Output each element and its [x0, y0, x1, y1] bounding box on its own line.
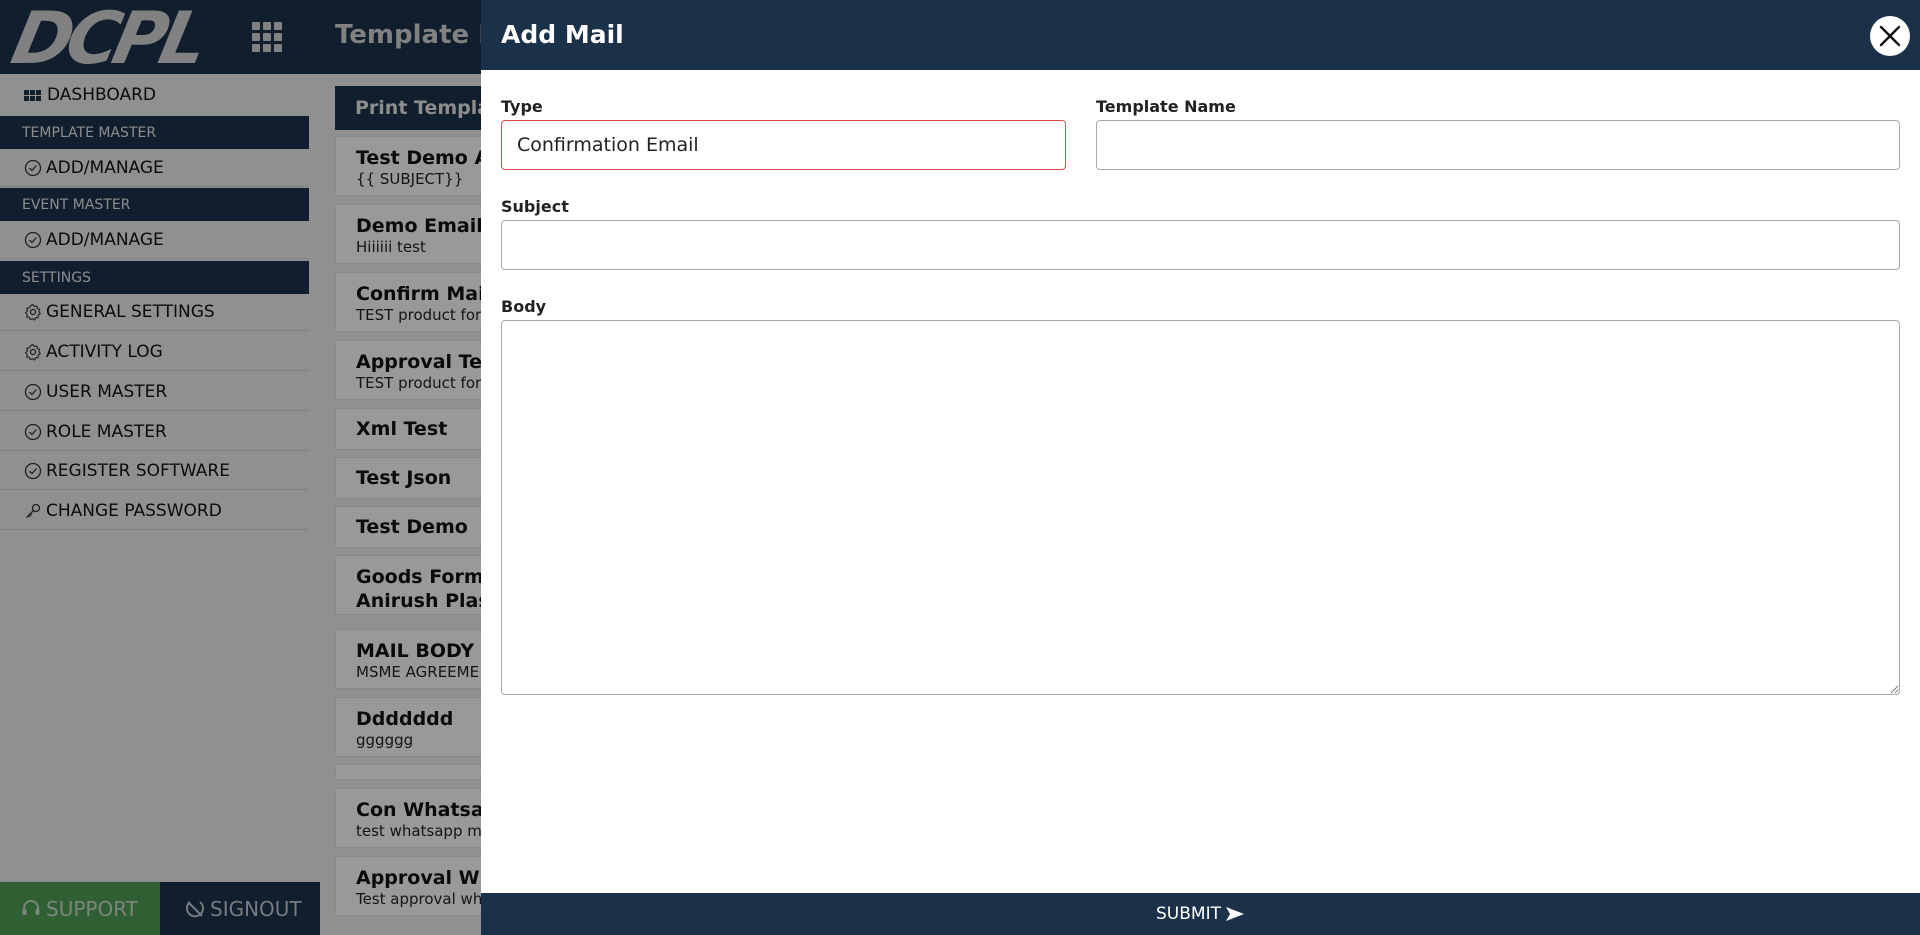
type-field[interactable] — [501, 120, 1066, 170]
template-name-field[interactable] — [1096, 120, 1900, 170]
send-arrow-icon — [1225, 907, 1244, 921]
body-textarea[interactable] — [501, 320, 1900, 695]
subject-label: Subject — [501, 197, 569, 216]
template-name-label: Template Name — [1096, 97, 1236, 116]
type-label: Type — [501, 97, 543, 116]
close-icon — [1879, 25, 1901, 47]
close-button[interactable] — [1870, 16, 1910, 56]
body-label: Body — [501, 297, 547, 316]
drawer-title: Add Mail — [501, 20, 624, 49]
submit-button[interactable]: SUBMIT — [481, 893, 1920, 935]
drawer-header: Add Mail — [481, 0, 1920, 70]
add-mail-drawer: Add Mail Type Template Name Subject Body… — [481, 0, 1920, 935]
subject-field[interactable] — [501, 220, 1900, 270]
submit-label: SUBMIT — [1156, 904, 1221, 924]
